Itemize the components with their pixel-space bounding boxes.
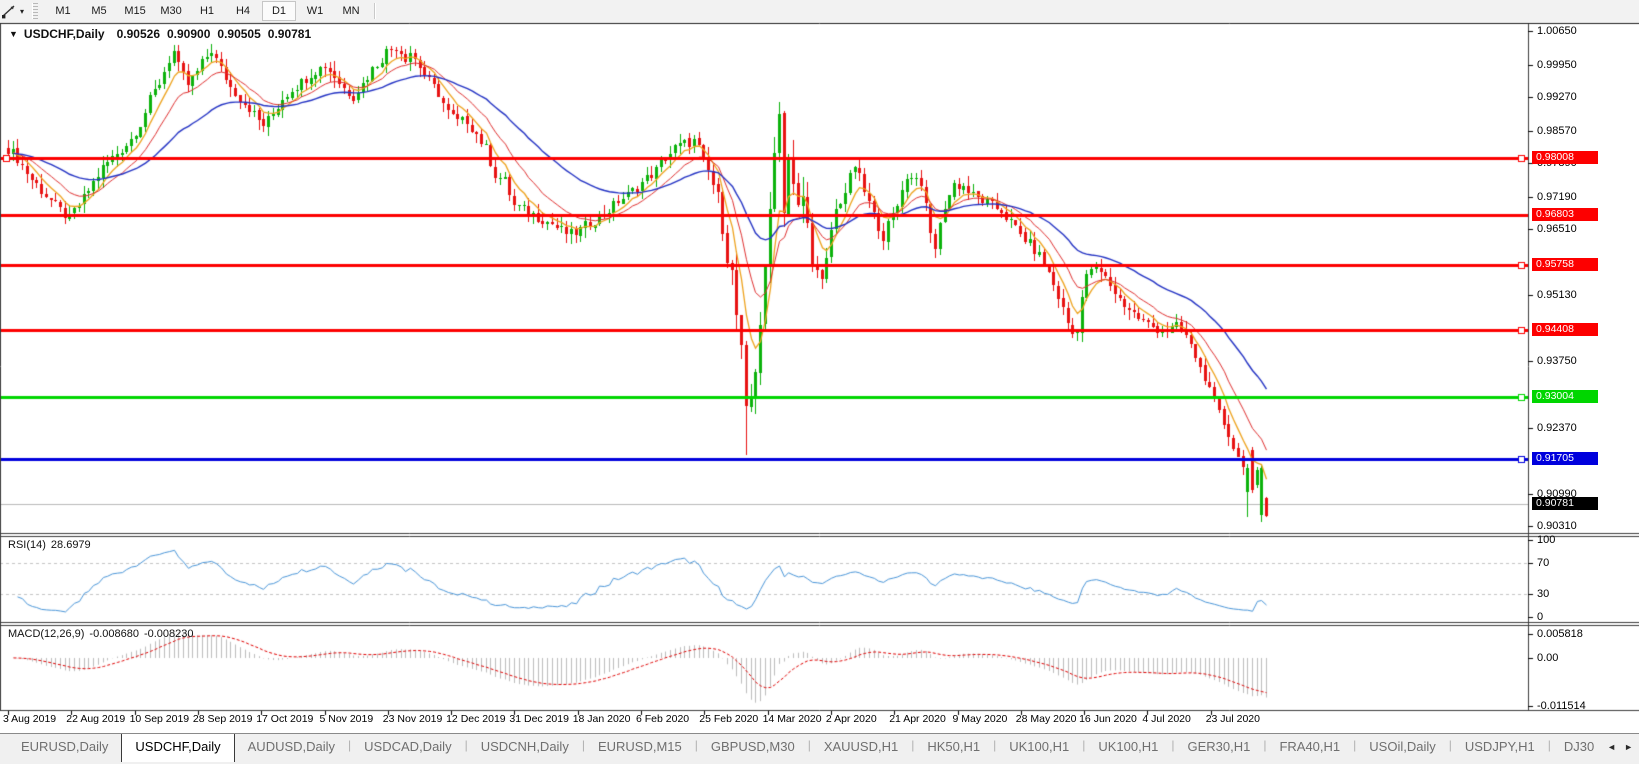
tab-usdjpy-h1[interactable]: USDJPY,H1 <box>1452 734 1548 760</box>
date-axis-label: 16 Jun 2020 <box>1079 713 1137 725</box>
price-axis[interactable]: 1.006500.999500.992700.985700.978900.971… <box>1529 23 1639 710</box>
toolbar-grip[interactable] <box>32 3 38 19</box>
date-axis-label: 21 Apr 2020 <box>889 713 946 725</box>
bid-price-tag: 0.90781 <box>1532 497 1598 510</box>
caret-down-icon: ▾ <box>20 7 24 16</box>
price-axis-tick: 0.99950 <box>1537 59 1577 71</box>
date-axis-label: 23 Nov 2019 <box>383 713 443 725</box>
timeframe-button-m30[interactable]: M30 <box>154 1 188 21</box>
rsi-axis-label: 30 <box>1537 588 1549 600</box>
date-axis-label: 28 May 2020 <box>1016 713 1077 725</box>
date-axis-label: 10 Sep 2019 <box>130 713 190 725</box>
date-axis-label: 5 Nov 2019 <box>320 713 374 725</box>
date-axis-label: 28 Sep 2019 <box>193 713 253 725</box>
price-axis-tick: 0.95130 <box>1537 289 1577 301</box>
chart-title: ▼ USDCHF,Daily 0.90526 0.90900 0.90505 0… <box>9 27 318 41</box>
tab-scroll-buttons: ◄ ► <box>1595 734 1639 760</box>
macd-label: MACD(12,26,9)-0.008680-0.008230 <box>8 628 199 640</box>
price-level-tag: 0.93004 <box>1532 390 1598 403</box>
tab-gbpusd-m30[interactable]: GBPUSD,M30 <box>698 734 808 760</box>
date-axis-label: 2 Apr 2020 <box>826 713 877 725</box>
macd-axis-label: -0.011514 <box>1537 700 1586 712</box>
tab-scroll-right-button[interactable]: ► <box>1624 742 1633 752</box>
timeframes-toolbar: ▾ M1M5M15M30H1H4D1W1MN <box>0 0 1639 23</box>
timeframe-button-d1[interactable]: D1 <box>262 1 296 21</box>
price-level-tag: 0.91705 <box>1532 452 1598 465</box>
tab-ger30-h1[interactable]: GER30,H1 <box>1174 734 1263 760</box>
tab-eurusd-daily[interactable]: EURUSD,Daily <box>8 734 121 760</box>
price-axis-tick: 0.92370 <box>1537 422 1577 434</box>
date-axis-label: 22 Aug 2019 <box>66 713 125 725</box>
timeframe-button-mn[interactable]: MN <box>334 1 368 21</box>
tab-usoil-daily[interactable]: USOil,Daily <box>1356 734 1448 760</box>
date-axis-label: 25 Feb 2020 <box>699 713 758 725</box>
tab-audusd-daily[interactable]: AUDUSD,Daily <box>235 734 348 760</box>
price-axis-tick: 0.97190 <box>1537 191 1577 203</box>
timeframe-button-m5[interactable]: M5 <box>82 1 116 21</box>
ohlc-low: 0.90505 <box>217 27 260 41</box>
tab-uk100-h1[interactable]: UK100,H1 <box>1085 734 1171 760</box>
date-axis-label: 6 Feb 2020 <box>636 713 689 725</box>
date-axis-label: 14 Mar 2020 <box>763 713 822 725</box>
timeframe-button-m15[interactable]: M15 <box>118 1 152 21</box>
chart-tab-bar: EURUSD,DailyUSDCHF,DailyAUDUSD,Daily|USD… <box>0 733 1639 764</box>
date-axis-label: 18 Jan 2020 <box>573 713 631 725</box>
date-axis[interactable]: 3 Aug 2019 22 Aug 2019 10 Sep 201928 Sep 2… <box>0 710 1528 733</box>
line-tool-icon <box>1 4 17 19</box>
date-axis-label: 12 Dec 2019 <box>446 713 506 725</box>
macd-axis-label: 0.005818 <box>1537 628 1583 640</box>
price-axis-tick: 0.98570 <box>1537 125 1577 137</box>
ohlc-open: 0.90526 <box>117 27 160 41</box>
terminal-window: ▾ M1M5M15M30H1H4D1W1MN ▼ USDCHF,Daily 0.… <box>0 0 1639 764</box>
rsi-axis-label: 100 <box>1537 534 1555 546</box>
ohlc-close: 0.90781 <box>268 27 311 41</box>
tab-fra40-h1[interactable]: FRA40,H1 <box>1266 734 1353 760</box>
timeframe-button-m1[interactable]: M1 <box>46 1 80 21</box>
tab-scroll-left-button[interactable]: ◄ <box>1607 742 1616 752</box>
rsi-axis-label: 70 <box>1537 557 1549 569</box>
price-level-tag: 0.96803 <box>1532 208 1598 221</box>
date-axis-label: 31 Dec 2019 <box>509 713 569 725</box>
price-axis-tick: 1.00650 <box>1537 25 1577 37</box>
price-level-tag: 0.95758 <box>1532 258 1598 271</box>
timeframe-button-w1[interactable]: W1 <box>298 1 332 21</box>
price-axis-tick: 0.99270 <box>1537 91 1577 103</box>
date-axis-label: 9 May 2020 <box>953 713 1008 725</box>
ohlc-high: 0.90900 <box>167 27 210 41</box>
date-axis-label: 17 Oct 2019 <box>256 713 313 725</box>
date-axis-label: 3 Aug 2019 <box>3 713 56 725</box>
price-axis-tick: 0.93750 <box>1537 355 1577 367</box>
price-axis-tick: 0.90310 <box>1537 520 1577 532</box>
rsi-label: RSI(14)28.6979 <box>8 539 96 551</box>
tab-eurusd-m15[interactable]: EURUSD,M15 <box>585 734 695 760</box>
timeframe-button-h4[interactable]: H4 <box>226 1 260 21</box>
toolbar-separator <box>374 3 376 19</box>
timeframe-button-h1[interactable]: H1 <box>190 1 224 21</box>
tab-xauusd-h1[interactable]: XAUUSD,H1 <box>811 734 911 760</box>
window-menu-caret-icon[interactable]: ▼ <box>9 29 18 39</box>
price-level-tag: 0.98008 <box>1532 151 1598 164</box>
date-axis-label: 23 Jul 2020 <box>1206 713 1260 725</box>
tab-usdcnh-daily[interactable]: USDCNH,Daily <box>468 734 582 760</box>
chart-canvas[interactable] <box>0 23 1639 731</box>
macd-axis-label: 0.00 <box>1537 652 1558 664</box>
date-axis-label: 4 Jul 2020 <box>1142 713 1190 725</box>
tab-hk50-h1[interactable]: HK50,H1 <box>914 734 993 760</box>
tab-uk100-h1[interactable]: UK100,H1 <box>996 734 1082 760</box>
price-level-tag: 0.94408 <box>1532 323 1598 336</box>
chart-symbol-label: USDCHF,Daily <box>24 27 105 41</box>
tab-usdcad-daily[interactable]: USDCAD,Daily <box>351 734 464 760</box>
tab-usdchf-daily[interactable]: USDCHF,Daily <box>121 733 234 762</box>
rsi-axis-label: 0 <box>1537 611 1543 623</box>
price-axis-tick: 0.96510 <box>1537 223 1577 235</box>
line-tool-button[interactable]: ▾ <box>0 1 28 21</box>
